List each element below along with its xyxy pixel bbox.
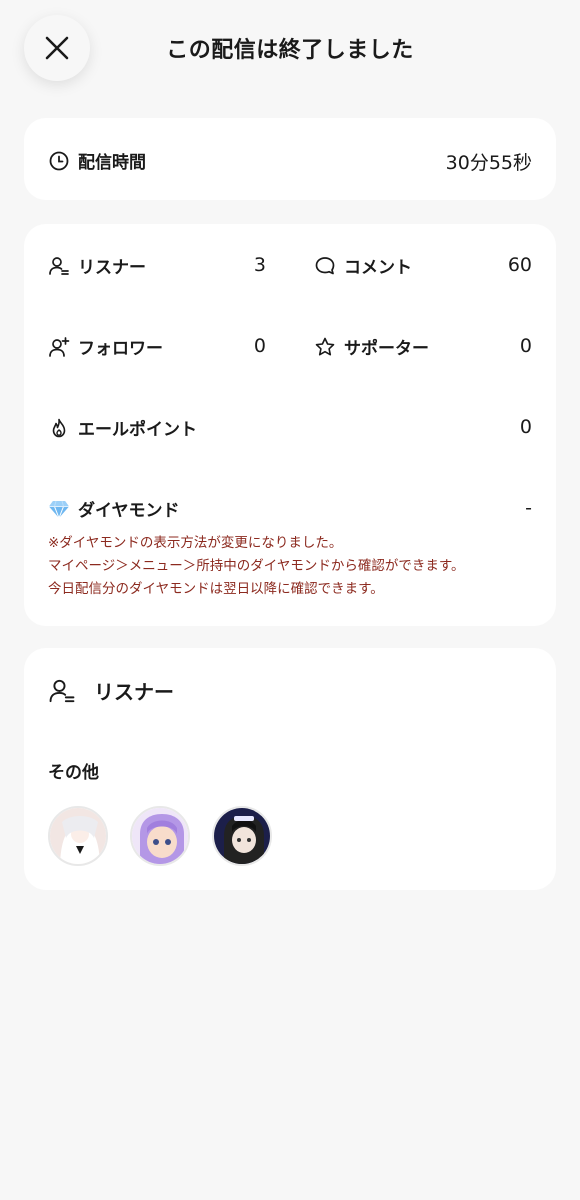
listener-avatar-2[interactable] (130, 806, 190, 866)
duration-row: 配信時間 (48, 148, 146, 173)
listener-icon (48, 677, 76, 705)
other-label: その他 (48, 763, 99, 783)
stat-comments-value: 60 (507, 254, 532, 276)
stat-comments: コメント (314, 253, 412, 278)
diamond-notice: ※ダイヤモンドの表示方法が変更になりました。 マイページ＞メニュー＞所持中のダイ… (48, 532, 538, 601)
stat-listeners-value: 3 (253, 254, 266, 276)
stat-followers: フォロワー (48, 334, 163, 359)
listener-avatar-3[interactable] (212, 806, 272, 866)
diamond-icon (48, 498, 70, 520)
stat-diamonds-label: ダイヤモンド (78, 501, 180, 521)
notice-line: ※ダイヤモンドの表示方法が変更になりました。 (48, 535, 343, 551)
stat-supporters-label: サポーター (344, 339, 429, 359)
stat-listeners-label: リスナー (78, 258, 146, 278)
stats-card: リスナー 3 コメント 60 フォロワー 0 サポーター 0 エールポイント 0… (24, 224, 556, 626)
listeners-card: リスナー その他 (24, 648, 556, 890)
listeners-heading: リスナー (48, 676, 174, 705)
page-title: この配信は終了しました (166, 38, 414, 63)
stat-yell-points-label: エールポイント (78, 420, 197, 440)
stat-yell-points-value: 0 (519, 416, 532, 438)
flame-icon (48, 417, 70, 439)
notice-line: 今日配信分のダイヤモンドは翌日以降に確認できます。 (48, 581, 384, 597)
stat-followers-label: フォロワー (78, 339, 163, 359)
stat-diamonds: ダイヤモンド (48, 496, 180, 521)
add-person-icon (48, 336, 70, 358)
star-icon (314, 336, 336, 358)
listeners-title: リスナー (94, 680, 174, 704)
stat-supporters-value: 0 (519, 335, 532, 357)
stat-supporters: サポーター (314, 334, 429, 359)
stat-comments-label: コメント (344, 258, 412, 278)
header: この配信は終了しました (0, 0, 580, 96)
stat-followers-value: 0 (253, 335, 266, 357)
duration-value: 30分55秒 (445, 152, 532, 174)
comment-bubble-icon (314, 255, 336, 277)
listener-icon (48, 255, 70, 277)
stat-listeners: リスナー (48, 253, 146, 278)
duration-label: 配信時間 (78, 153, 146, 173)
stat-yell-points: エールポイント (48, 415, 197, 440)
avatar-list (48, 806, 294, 866)
duration-card: 配信時間 30分55秒 (24, 118, 556, 200)
listener-avatar-1[interactable] (48, 806, 108, 866)
clock-icon (48, 150, 70, 172)
notice-line: マイページ＞メニュー＞所持中のダイヤモンドから確認ができます。 (48, 558, 465, 574)
stat-diamonds-value: - (525, 497, 532, 519)
